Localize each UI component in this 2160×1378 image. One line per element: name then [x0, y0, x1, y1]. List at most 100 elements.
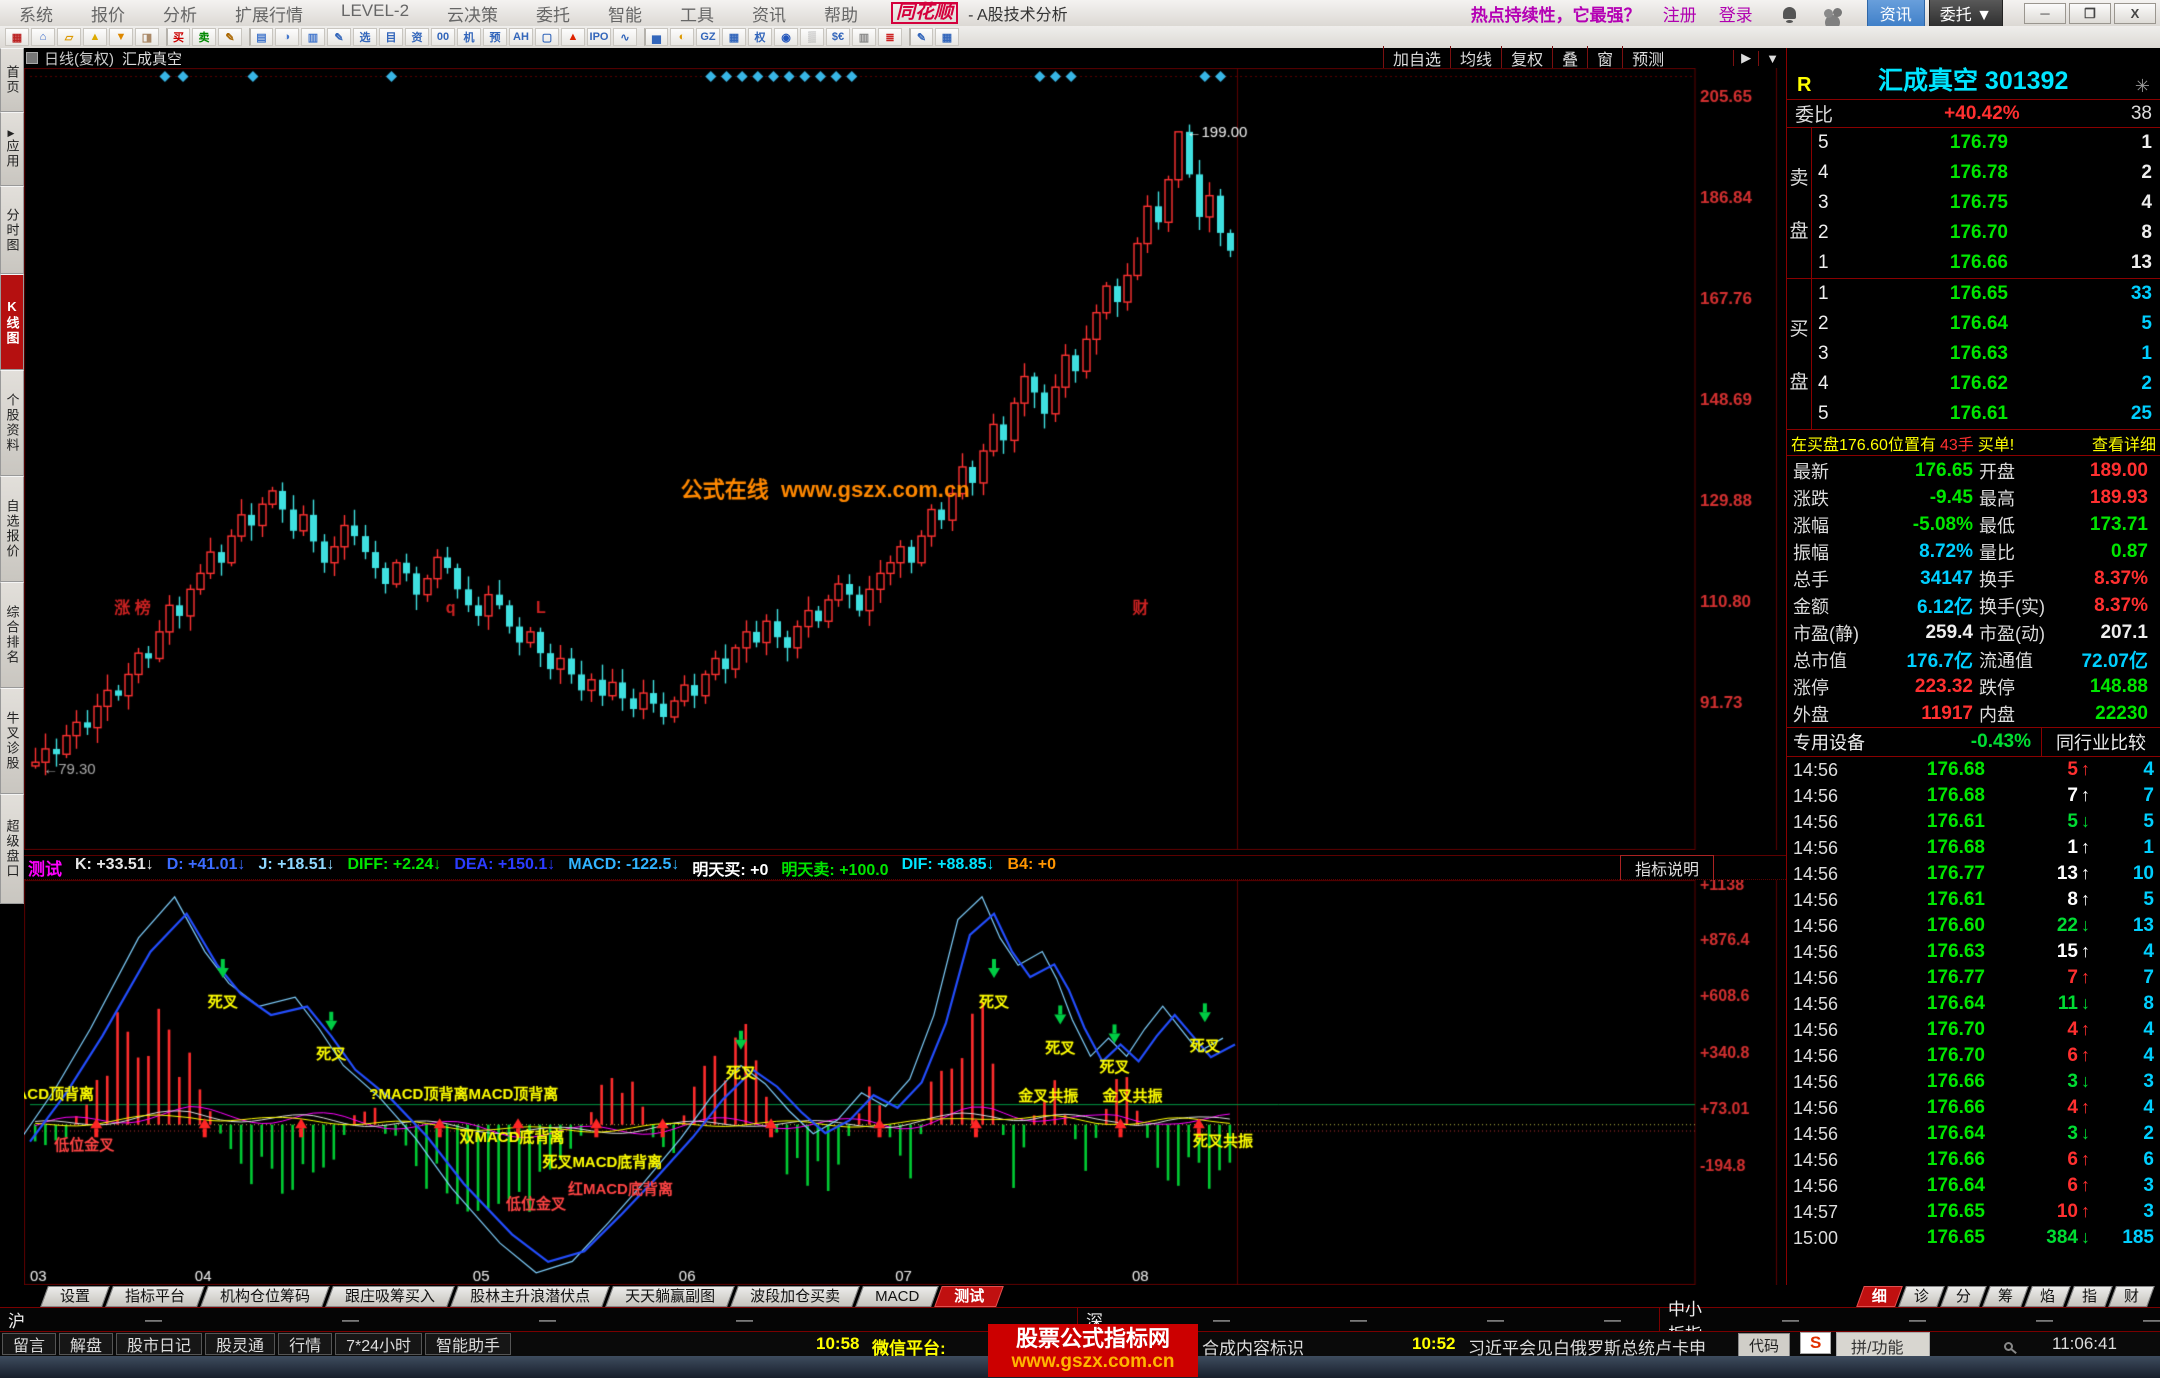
indicator-tab[interactable]: 指标平台 — [109, 1286, 201, 1307]
menu-item[interactable]: 扩展行情 — [216, 1, 322, 26]
promo-text[interactable]: 热点持续性，它最强？ — [1471, 1, 1641, 26]
sell-level-row[interactable]: 3 176.75 4 — [1812, 188, 2160, 218]
tick-row[interactable]: 14:56 176.61 8 ↑ 5 — [1787, 887, 2160, 913]
indicator-tab[interactable]: 股林主升浪潜伏点 — [454, 1286, 606, 1307]
login-link[interactable]: 登录 — [1719, 1, 1753, 26]
panel-tab[interactable]: 筹 — [1986, 1286, 2025, 1307]
menu-item[interactable]: 智能 — [589, 1, 661, 26]
view-detail-link[interactable]: 查看详细 — [2092, 431, 2156, 455]
toolbar-icon[interactable]: $€ — [826, 28, 850, 46]
index-section-sh[interactable]: 沪 — — — — — [0, 1308, 1078, 1331]
chart-period-label[interactable]: 日线(复权) — [44, 48, 114, 69]
status-button[interactable]: 行情 — [278, 1333, 333, 1355]
tick-row[interactable]: 14:56 176.70 6 ↑ 4 — [1787, 1043, 2160, 1069]
toolbar-icon[interactable]: GZ — [696, 28, 720, 46]
indicator-tab[interactable]: 波段加仓买卖 — [734, 1286, 856, 1307]
indicator-help-button[interactable]: 指标说明 — [1619, 854, 1714, 881]
panel-tab[interactable]: 焰 — [2028, 1286, 2067, 1307]
status-button[interactable]: 7*24小时 — [335, 1333, 423, 1355]
minimize-button[interactable]: ─ — [2024, 2, 2066, 24]
main-kline-chart[interactable] — [24, 68, 1786, 850]
toolbar-icon[interactable]: ▥ — [852, 28, 876, 46]
sell-level-row[interactable]: 5 176.79 1 — [1812, 128, 2160, 158]
sell-level-row[interactable]: 1 176.66 13 — [1812, 248, 2160, 278]
indicator-tab[interactable]: 跟庄吸筹买入 — [329, 1286, 451, 1307]
gear-icon[interactable]: ✳ — [2135, 76, 2150, 97]
sell-level-row[interactable]: 4 176.78 2 — [1812, 158, 2160, 188]
toolbar-icon[interactable]: ▦ — [5, 28, 29, 46]
indicator-tab[interactable]: 机构仓位筹码 — [204, 1286, 326, 1307]
toolbar-icon[interactable]: ◑ — [275, 28, 299, 46]
menu-item[interactable]: LEVEL-2 — [322, 1, 428, 26]
sidebar-item[interactable]: 综合排名 — [0, 582, 24, 688]
sidebar-item[interactable]: 自选报价 — [0, 476, 24, 582]
menu-item[interactable]: 系统 — [0, 1, 72, 26]
tick-row[interactable]: 14:56 176.61 5 ↓ 5 — [1787, 809, 2160, 835]
chart-header-button[interactable]: 叠 — [1552, 45, 1588, 71]
toolbar-icon[interactable]: 目 — [379, 28, 403, 46]
toolbar-icon[interactable]: ▱ — [57, 28, 81, 46]
toolbar-icon[interactable]: AH — [509, 28, 533, 46]
sidebar-item[interactable]: 分时图 — [0, 186, 24, 274]
indicator-chart[interactable] — [24, 880, 1786, 1285]
menu-item[interactable]: 资讯 — [733, 1, 805, 26]
status-button[interactable]: 解盘 — [59, 1333, 114, 1355]
panel-tab[interactable]: 分 — [1944, 1286, 1983, 1307]
toolbar-icon[interactable]: 机 — [457, 28, 481, 46]
sidebar-item[interactable]: K线图 — [0, 274, 24, 370]
toolbar-icon[interactable]: 买 — [166, 28, 190, 46]
trade-button[interactable]: 委托 ▼ — [1928, 0, 2003, 28]
toolbar-icon[interactable]: ◨ — [135, 28, 159, 46]
sidebar-item[interactable]: 个股资料 — [0, 370, 24, 476]
industry-compare-button[interactable]: 同行业比较 — [2041, 728, 2160, 756]
buy-level-row[interactable]: 3 176.63 1 — [1812, 339, 2160, 369]
status-button[interactable]: 股灵通 — [205, 1333, 276, 1355]
toolbar-icon[interactable]: 卖 — [192, 28, 216, 46]
tick-row[interactable]: 14:57 176.65 10 ↑ 3 — [1787, 1199, 2160, 1225]
toolbar-icon[interactable]: ▢ — [535, 28, 559, 46]
indicator-tab[interactable]: 设置 — [44, 1286, 106, 1307]
toolbar-icon[interactable]: 选 — [353, 28, 377, 46]
tick-row[interactable]: 14:56 176.66 4 ↑ 4 — [1787, 1095, 2160, 1121]
stock-title[interactable]: 汇成真空 301392 — [1811, 61, 2134, 97]
indicator-tab[interactable]: 测试 — [938, 1286, 1000, 1307]
toolbar-icon[interactable]: ✎ — [327, 28, 351, 46]
toolbar-icon[interactable]: ▤ — [249, 28, 273, 46]
toolbar-icon[interactable]: ✎ — [909, 28, 933, 46]
menu-item[interactable]: 委托 — [517, 1, 589, 26]
toolbar-icon[interactable]: ▥ — [301, 28, 325, 46]
chart-header-button[interactable]: 复权 — [1501, 45, 1553, 71]
tick-row[interactable]: 14:56 176.68 7 ↑ 7 — [1787, 783, 2160, 809]
search-icon[interactable] — [2004, 1342, 2013, 1351]
tick-row[interactable]: 14:56 176.77 7 ↑ 7 — [1787, 965, 2160, 991]
buy-level-row[interactable]: 4 176.62 2 — [1812, 369, 2160, 399]
toolbar-icon[interactable]: ⌂ — [31, 28, 55, 46]
toolbar-icon[interactable]: ▦ — [722, 28, 746, 46]
sidebar-item[interactable]: ▶ 应用 — [0, 112, 24, 186]
chart-header-button[interactable]: 预测 — [1622, 45, 1674, 71]
menu-item[interactable]: 分析 — [144, 1, 216, 26]
buy-level-row[interactable]: 2 176.64 5 — [1812, 309, 2160, 339]
buy-level-row[interactable]: 5 176.61 25 — [1812, 399, 2160, 429]
chart-header-button[interactable]: 均线 — [1450, 45, 1502, 71]
tick-row[interactable]: 14:56 176.63 15 ↑ 4 — [1787, 939, 2160, 965]
sector-name[interactable]: 专用设备 — [1787, 729, 1865, 755]
tick-row[interactable]: 14:56 176.68 5 ↑ 4 — [1787, 757, 2160, 783]
menu-item[interactable]: 云决策 — [428, 1, 517, 26]
panel-tab[interactable]: 诊 — [1902, 1286, 1941, 1307]
tick-row[interactable]: 14:56 176.68 1 ↑ 1 — [1787, 835, 2160, 861]
bell-icon[interactable] — [1782, 7, 1796, 23]
index-section-zxb[interactable]: 中小板指 — — — — — [1660, 1300, 2160, 1344]
tick-row[interactable]: 14:56 176.64 11 ↓ 8 — [1787, 991, 2160, 1017]
panel-tab[interactable]: 财 — [2112, 1286, 2151, 1307]
toolbar-icon[interactable]: ▲ — [561, 28, 585, 46]
toolbar-icon[interactable]: ▦ — [935, 28, 959, 46]
tick-row[interactable]: 15:00 176.65 384 ↓ 185 — [1787, 1225, 2160, 1251]
status-button[interactable]: 股市日记 — [116, 1333, 203, 1355]
buy-level-row[interactable]: 1 176.65 33 — [1812, 279, 2160, 309]
next-icon[interactable]: ▶ — [1733, 50, 1758, 66]
chart-header-button[interactable]: 窗 — [1587, 45, 1623, 71]
panel-tab[interactable]: 细 — [1860, 1286, 1899, 1307]
sell-level-row[interactable]: 2 176.70 8 — [1812, 218, 2160, 248]
chart-header-button[interactable]: 加自选 — [1383, 45, 1451, 71]
